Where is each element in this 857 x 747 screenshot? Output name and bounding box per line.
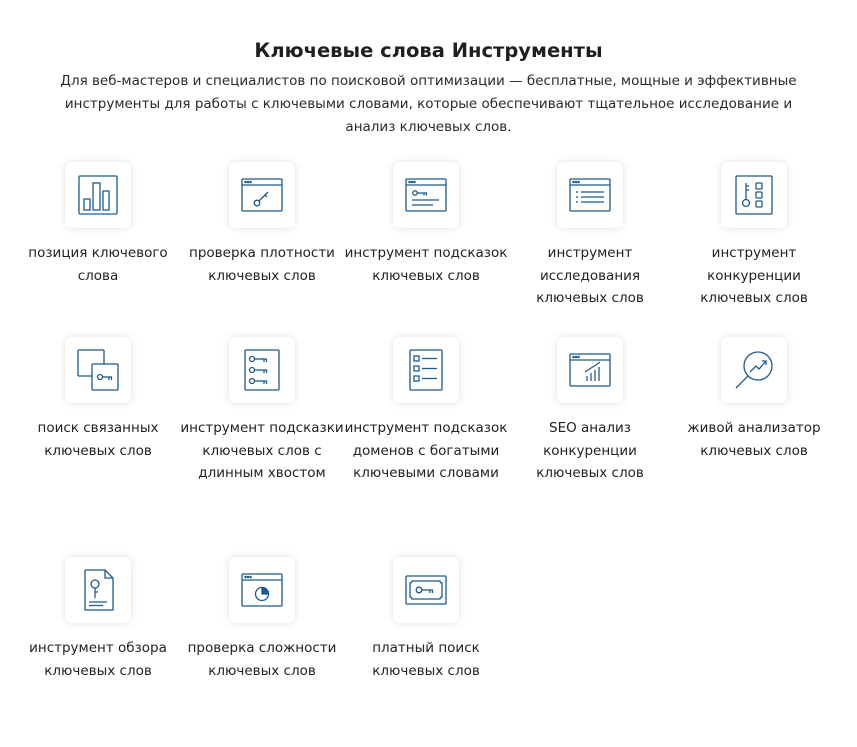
document-key-icon [84, 569, 114, 611]
tool-label: инструмент подсказок ключевых слов [344, 245, 508, 284]
tool-icon-box [393, 162, 459, 228]
tool-label: позиция ключевого слова [28, 245, 168, 284]
page-description: Для веб-мастеров и специалистов по поиск… [60, 73, 797, 135]
bar-chart-icon [78, 175, 118, 215]
key-grid-icon [735, 175, 773, 215]
tool-icon-box [229, 162, 295, 228]
tool-live-analyzer[interactable]: живой анализатор ключевых слов [672, 337, 836, 462]
tool-paid-search[interactable]: платный поиск ключевых слов [344, 557, 508, 682]
tool-icon-box [721, 337, 787, 403]
tool-label: инструмент обзора ключевых слов [29, 640, 167, 679]
overlap-key-icon [77, 349, 119, 391]
checklist-icon [409, 349, 443, 391]
tool-label: инструмент исследования ключевых слов [536, 245, 644, 306]
tool-keyword-position[interactable]: позиция ключевого слова [16, 162, 180, 287]
browser-key-list-icon [405, 178, 447, 212]
tool-icon-box [65, 337, 131, 403]
tool-label: SEO анализ конкуренции ключевых слов [536, 420, 644, 481]
keyword-tools-page: Ключевые слова Инструменты Для веб-масте… [0, 0, 857, 747]
tool-icon-box [557, 162, 623, 228]
tool-keyword-research[interactable]: инструмент исследования ключевых слов [508, 162, 672, 310]
magnifier-trend-icon [735, 351, 773, 389]
tool-keyword-suggestion[interactable]: инструмент подсказок ключевых слов [344, 162, 508, 287]
tool-icon-box [557, 337, 623, 403]
browser-growth-icon [569, 353, 611, 387]
tool-keyword-difficulty[interactable]: проверка сложности ключевых слов [180, 557, 344, 682]
tool-keyword-density[interactable]: проверка плотности ключевых слов [180, 162, 344, 287]
tool-label: платный поиск ключевых слов [372, 640, 480, 679]
tool-icon-box [65, 162, 131, 228]
tool-domain-suggestion[interactable]: инструмент подсказок доменов с богатыми … [344, 337, 508, 485]
tool-label: проверка плотности ключевых слов [189, 245, 335, 284]
tool-label: инструмент подсказок доменов с богатыми … [344, 420, 508, 481]
browser-list-icon [569, 178, 611, 212]
tool-label: инструмент подсказки ключевых слов с дли… [180, 420, 344, 481]
tool-related-keywords[interactable]: поиск связанных ключевых слов [16, 337, 180, 462]
tool-label: поиск связанных ключевых слов [37, 420, 159, 459]
tool-label: проверка сложности ключевых слов [187, 640, 337, 679]
tool-keyword-overview[interactable]: инструмент обзора ключевых слов [16, 557, 180, 682]
tool-icon-box [229, 557, 295, 623]
tool-icon-box [229, 337, 295, 403]
tool-keyword-competition[interactable]: инструмент конкуренции ключевых слов [672, 162, 836, 310]
tool-icon-box [721, 162, 787, 228]
tool-label: живой анализатор ключевых слов [687, 420, 821, 459]
tool-icon-box [393, 337, 459, 403]
page-title: Ключевые слова Инструменты [254, 39, 603, 62]
tool-icon-box [65, 557, 131, 623]
browser-key-icon [241, 178, 283, 212]
tool-label: инструмент конкуренции ключевых слов [700, 245, 808, 306]
tool-long-tail[interactable]: инструмент подсказки ключевых слов с дли… [180, 337, 344, 485]
tool-icon-box [393, 557, 459, 623]
tool-seo-competition[interactable]: SEO анализ конкуренции ключевых слов [508, 337, 672, 485]
keys-list-icon [244, 349, 280, 391]
browser-pie-icon [241, 573, 283, 607]
ticket-key-icon [405, 575, 447, 605]
